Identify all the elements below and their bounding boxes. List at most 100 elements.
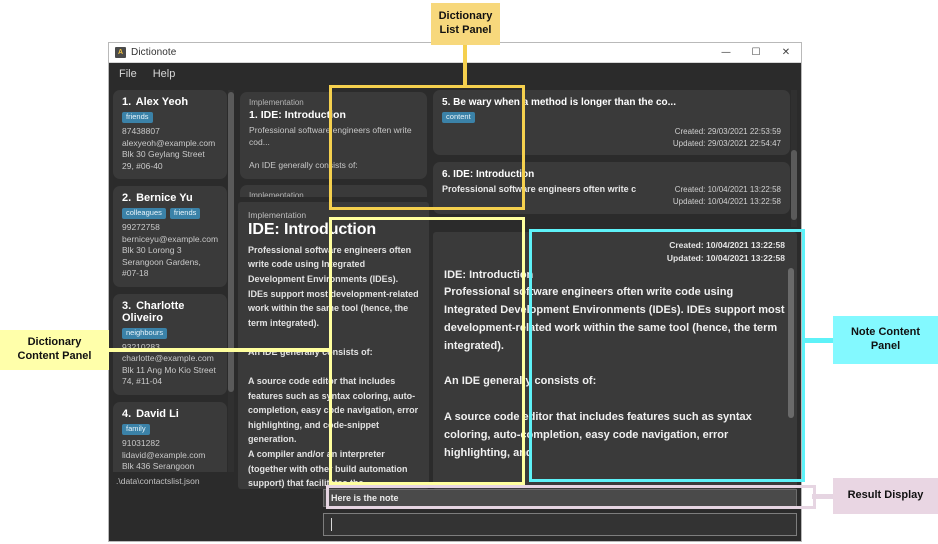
note-content-body: IDE: Introduction Professional software …	[444, 268, 785, 459]
tag-chip: friends	[169, 208, 201, 220]
dictionary-card-title-text: IDE: Introduction	[260, 109, 346, 121]
note-panel: 5. Be wary when a method is longer than …	[433, 90, 797, 489]
window-title: Dictionote	[131, 47, 177, 58]
contact-index: 3.	[122, 299, 132, 312]
contact-name-text: Alex Yeoh	[135, 96, 189, 108]
dictionary-card-title: 1. IDE: Introduction	[249, 109, 418, 121]
contact-index: 4.	[122, 407, 132, 420]
note-content-timestamps: Created: 10/04/2021 13:22:58 Updated: 10…	[444, 239, 785, 265]
text-caret	[331, 518, 332, 531]
tag-chip: colleagues	[122, 208, 166, 220]
contact-tags: family	[122, 423, 218, 436]
status-bar-path: .\data\contactslist.json	[116, 475, 200, 486]
contact-card[interactable]: 1. Alex Yeoh friends 87438807 alexyeoh@e…	[113, 90, 228, 180]
contact-name-text: David Li	[136, 407, 179, 420]
dictionary-content-body: Professional software engineers often wr…	[248, 244, 419, 489]
scrollbar-thumb[interactable]	[788, 268, 794, 418]
dictionary-card[interactable]: Implementation 2. IDE: Debugging Debuggi…	[240, 184, 428, 197]
contact-email: alexyeoh@example.com	[122, 137, 216, 148]
callout-result-display: Result Display	[833, 478, 938, 514]
contact-phone: 87438807	[122, 126, 160, 137]
connector-note-content	[802, 338, 836, 343]
contact-address: Blk 436 Serangoon Gardens Street 26, #16…	[122, 461, 195, 472]
contact-list[interactable]: 1. Alex Yeoh friends 87438807 alexyeoh@e…	[113, 90, 235, 472]
scrollbar-thumb[interactable]	[791, 150, 797, 220]
contact-tags: neighbours	[122, 327, 218, 339]
dictionary-card-category: Implementation	[249, 98, 304, 107]
dictionary-card[interactable]: Implementation 1. IDE: Introduction Prof…	[240, 92, 428, 179]
contact-list-scrollbar[interactable]	[228, 90, 235, 472]
contact-address: Blk 30 Geylang Street 29, #06-40	[122, 149, 205, 171]
contact-name: 3. Charlotte Oliveiro	[122, 300, 218, 324]
note-card-index: 6.	[442, 169, 451, 181]
dictionary-content-category: Implementation	[248, 209, 307, 220]
contact-address: Blk 30 Lorong 3 Serangoon Gardens, #07-1…	[122, 245, 201, 279]
menu-item-file[interactable]: File	[119, 68, 137, 80]
note-card-title-text: IDE: Introduction	[453, 169, 535, 181]
note-card-tags: content	[442, 112, 781, 124]
note-card-title-text: Be wary when a method is longer than the…	[453, 97, 676, 108]
work-area: 1. Alex Yeoh friends 87438807 alexyeoh@e…	[109, 85, 801, 489]
contact-name: 4. David Li	[122, 408, 218, 420]
note-card-updated: Updated: 10/04/2021 13:22:58	[672, 197, 781, 207]
bottom-spacer	[113, 489, 319, 536]
dictionary-content-panel[interactable]: Implementation IDE: Introduction Profess…	[238, 201, 430, 489]
dictionary-card-snippet: Professional software engineers often wr…	[249, 125, 412, 148]
contact-phone: 91031282	[122, 438, 160, 449]
dictionary-panel: Implementation 1. IDE: Introduction Prof…	[238, 90, 430, 489]
contact-email: charlotte@example.com	[122, 353, 214, 364]
contact-address: Blk 11 Ang Mo Kio Street 74, #11-04	[122, 364, 216, 387]
status-bar: .\data\contactslist.json	[113, 472, 234, 489]
contact-card[interactable]: 3. Charlotte Oliveiro neighbours 9321028…	[113, 293, 228, 395]
note-content-panel[interactable]: Created: 10/04/2021 13:22:58 Updated: 10…	[433, 232, 797, 489]
contact-email: lidavid@example.com	[122, 449, 206, 460]
contact-index: 1.	[122, 96, 132, 108]
dictionary-list-panel[interactable]: Implementation 1. IDE: Introduction Prof…	[238, 90, 430, 197]
note-card-title: 5. Be wary when a method is longer than …	[442, 97, 781, 108]
contact-tags: colleagues friends	[122, 208, 218, 220]
note-card[interactable]: 6. IDE: Introduction Professional softwa…	[433, 162, 790, 214]
note-card-index: 5.	[442, 97, 451, 108]
note-card-created: Created: 29/03/2021 22:53:59	[674, 127, 781, 137]
tag-chip: family	[122, 423, 150, 436]
connector-dictionary-list	[463, 45, 467, 87]
screenshot-root: A Dictionote — ☐ ✕ File Help 1. Alex Yeo…	[0, 0, 938, 544]
maximize-icon[interactable]: ☐	[741, 43, 771, 62]
note-card-timestamps: Created: 29/03/2021 22:53:59 Updated: 29…	[442, 126, 781, 149]
contact-index: 2.	[122, 192, 132, 205]
result-display-text: Here is the note	[331, 493, 399, 503]
menu-bar: File Help	[109, 63, 801, 85]
dictionary-content-heading: IDE: Introduction	[248, 220, 377, 238]
title-bar: A Dictionote — ☐ ✕	[109, 43, 801, 63]
command-input[interactable]	[323, 513, 797, 536]
note-card-title: 6. IDE: Introduction	[442, 169, 781, 180]
note-content-scrollbar[interactable]	[788, 268, 794, 468]
note-list-panel[interactable]: 5. Be wary when a method is longer than …	[433, 90, 797, 227]
tag-chip: content	[442, 112, 475, 124]
callout-dictionary-list-panel: Dictionary List Panel	[431, 3, 500, 45]
note-card[interactable]: 5. Be wary when a method is longer than …	[433, 90, 790, 156]
contact-email: berniceyu@example.com	[122, 233, 219, 244]
connector-dictionary-content	[105, 348, 332, 352]
callout-note-content-panel: Note Content Panel	[833, 316, 938, 364]
contact-card[interactable]: 2. Bernice Yu colleagues friends 9927275…	[113, 186, 228, 287]
menu-item-help[interactable]: Help	[153, 68, 176, 80]
scrollbar-thumb[interactable]	[228, 92, 235, 392]
dictionary-card-index: 1.	[249, 109, 258, 121]
contact-name: 1. Alex Yeoh	[122, 96, 218, 108]
minimize-icon[interactable]: —	[711, 43, 741, 62]
note-card-updated: Updated: 29/03/2021 22:54:47	[672, 138, 781, 148]
callout-dictionary-content-panel: Dictionary Content Panel	[0, 330, 109, 370]
close-icon[interactable]: ✕	[771, 43, 801, 62]
note-content-updated: Updated: 10/04/2021 13:22:58	[666, 252, 785, 263]
dictionary-card-category: Implementation	[249, 190, 304, 197]
contact-card[interactable]: 4. David Li family 91031282 lidavid@exam…	[113, 401, 228, 472]
window-controls: — ☐ ✕	[711, 43, 801, 62]
application-window: A Dictionote — ☐ ✕ File Help 1. Alex Yeo…	[108, 42, 802, 542]
contact-name-text: Bernice Yu	[136, 192, 193, 205]
dictionary-card-snippet-2: An IDE generally consists of:	[249, 159, 358, 170]
note-list-scrollbar[interactable]	[791, 90, 797, 227]
tag-chip: friends	[122, 112, 153, 124]
contact-phone: 99272758	[122, 222, 160, 233]
note-content-created: Created: 10/04/2021 13:22:58	[669, 240, 785, 250]
